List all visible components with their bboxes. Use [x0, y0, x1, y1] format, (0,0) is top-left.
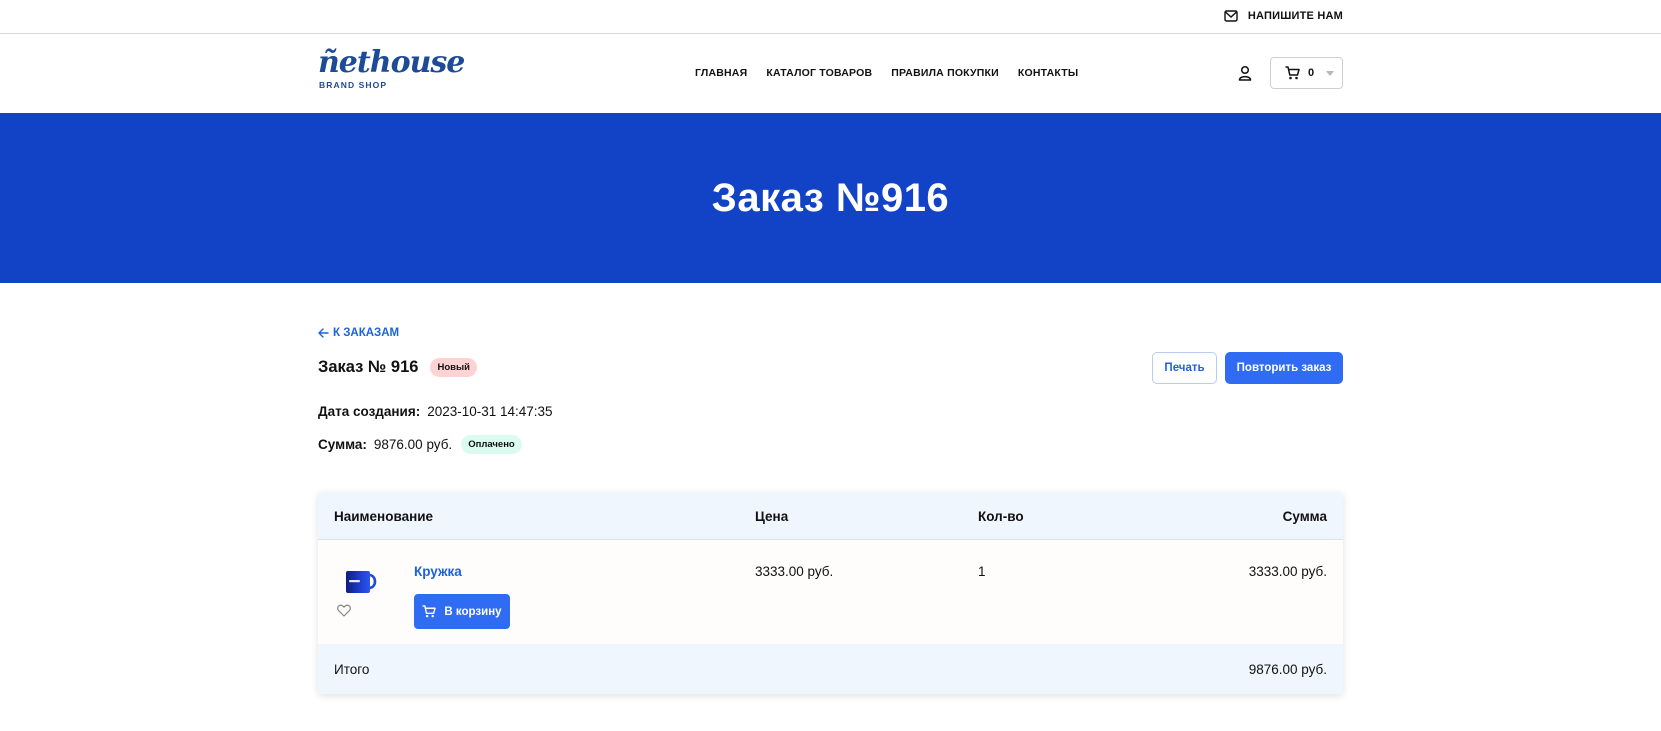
order-sum-value: 9876.00 руб.	[373, 437, 453, 452]
payment-status-badge: Оплачено	[461, 435, 522, 454]
product-sum: 3333.00 руб.	[1248, 564, 1327, 579]
product-image[interactable]	[344, 566, 378, 598]
logo-subtitle: BRAND SHOP	[319, 80, 388, 90]
logo[interactable]: ñethouse BRAND SHOP	[318, 46, 465, 92]
add-to-cart-label: В корзину	[444, 605, 502, 618]
product-qty: 1	[978, 564, 986, 579]
column-header-qty: Кол-во	[978, 509, 1024, 524]
write-us-label: НАПИШИТЕ НАМ	[1247, 10, 1343, 22]
nav-item-purchase-rules[interactable]: ПРАВИЛА ПОКУПКИ	[891, 67, 999, 79]
order-heading: Заказ № 916 Новый	[318, 358, 477, 377]
back-to-orders-label: К ЗАКАЗАМ	[333, 327, 400, 339]
order-date: Дата создания: 2023-10-31 14:47:35	[318, 404, 553, 419]
mail-icon	[1224, 10, 1238, 22]
column-header-name: Наименование	[334, 509, 434, 524]
logo-wordmark: ñethouse	[318, 45, 465, 80]
heart-icon[interactable]	[337, 604, 351, 617]
cart-button[interactable]: 0	[1270, 57, 1343, 89]
back-to-orders-link[interactable]: К ЗАКАЗАМ	[318, 327, 399, 339]
header: ñethouse BRAND SHOP ГЛАВНАЯ КАТАЛОГ ТОВА…	[0, 34, 1661, 113]
hero-banner: Заказ №916	[0, 113, 1661, 283]
cart-icon	[422, 605, 437, 618]
column-header-price: Цена	[755, 509, 789, 524]
nav-item-contacts[interactable]: КОНТАКТЫ	[1018, 67, 1078, 79]
cart-icon	[1285, 66, 1300, 80]
nav-item-home[interactable]: ГЛАВНАЯ	[695, 67, 747, 79]
write-us-link[interactable]: НАПИШИТЕ НАМ	[1224, 10, 1343, 22]
print-button[interactable]: Печать	[1152, 352, 1217, 384]
add-to-cart-button[interactable]: В корзину	[414, 594, 510, 629]
order-date-value: 2023-10-31 14:47:35	[427, 404, 553, 419]
order-sum-label: Сумма:	[318, 437, 367, 452]
cart-count: 0	[1308, 67, 1315, 79]
order-sum: Сумма: 9876.00 руб. Оплачено	[318, 435, 522, 454]
repeat-order-button[interactable]: Повторить заказ	[1225, 352, 1343, 384]
total-label: Итого	[334, 662, 370, 677]
arrow-left-icon	[318, 328, 329, 338]
order-title: Заказ № 916	[318, 358, 419, 376]
user-icon[interactable]	[1237, 65, 1253, 81]
product-name-link[interactable]: Кружка	[414, 564, 462, 579]
main-nav: ГЛАВНАЯ КАТАЛОГ ТОВАРОВ ПРАВИЛА ПОКУПКИ …	[695, 67, 1078, 79]
chevron-down-icon	[1326, 70, 1335, 76]
product-price: 3333.00 руб.	[755, 564, 834, 579]
nav-item-catalog[interactable]: КАТАЛОГ ТОВАРОВ	[766, 67, 872, 79]
status-badge: Новый	[430, 358, 477, 377]
column-header-sum: Сумма	[1282, 509, 1327, 524]
total-value: 9876.00 руб.	[1248, 662, 1327, 677]
top-bar: НАПИШИТЕ НАМ	[0, 0, 1661, 34]
order-items-table: Наименование Цена Кол-во Сумма Кружка В …	[318, 492, 1343, 694]
table-footer: Итого 9876.00 руб.	[318, 644, 1343, 694]
table-row: Кружка В корзину 3333.00 руб. 1 3333.00 …	[318, 540, 1343, 644]
page-title: Заказ №916	[711, 175, 950, 220]
order-date-label: Дата создания:	[318, 404, 421, 419]
table-header: Наименование Цена Кол-во Сумма	[318, 492, 1343, 540]
